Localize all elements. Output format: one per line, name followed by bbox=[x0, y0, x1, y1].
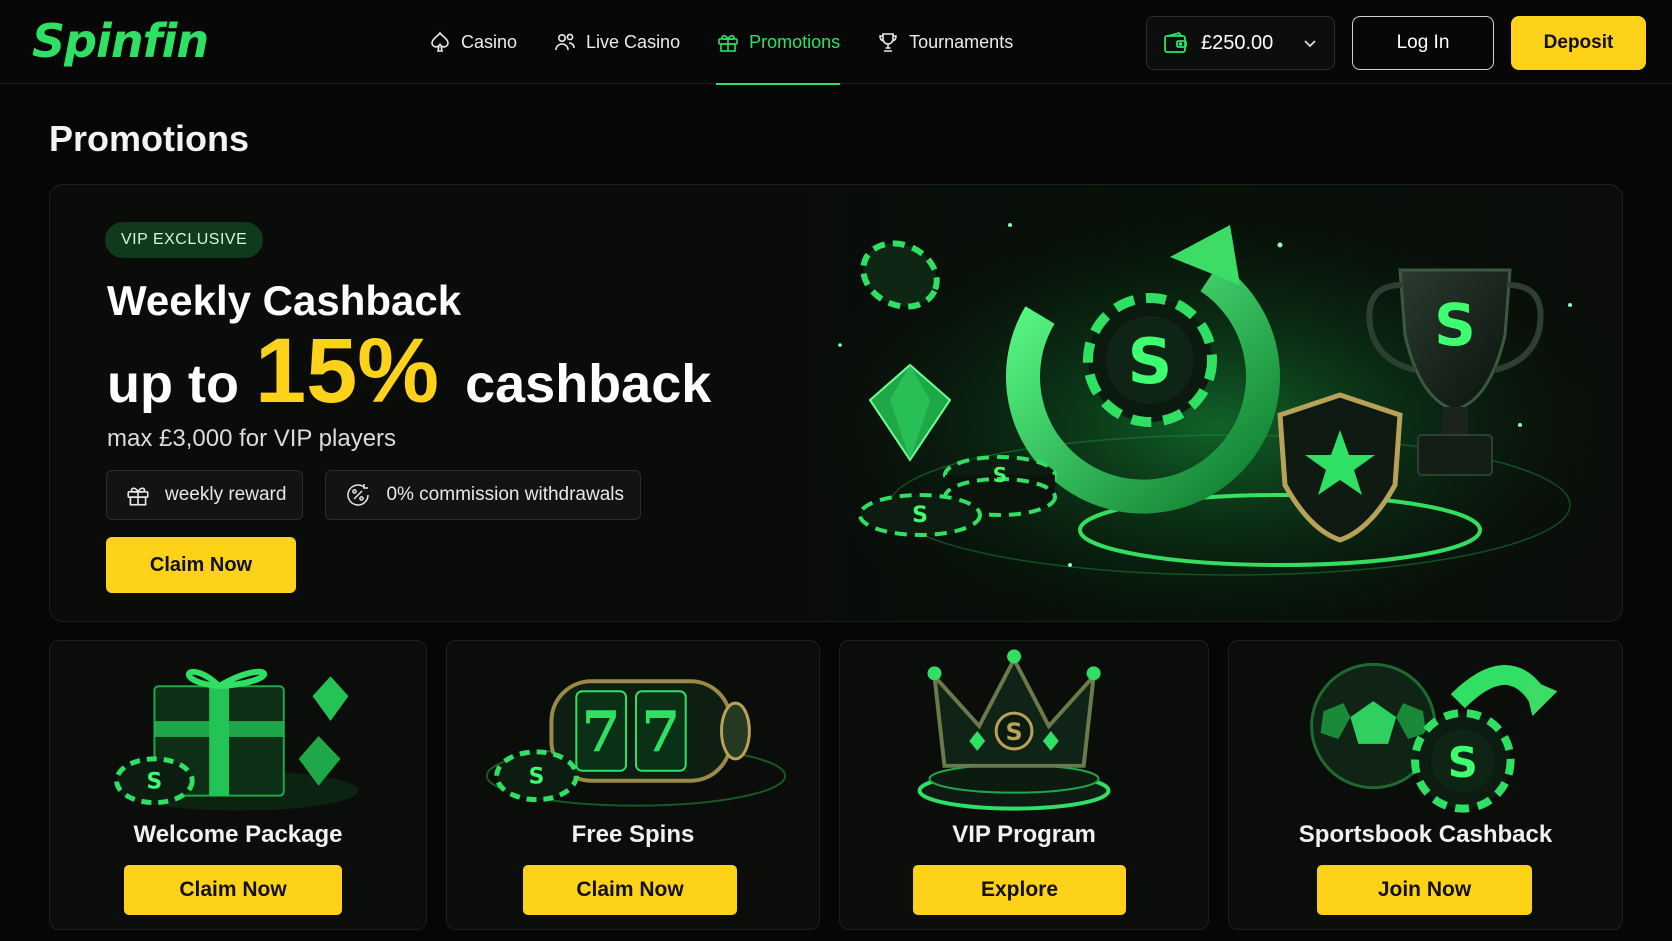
gift-box-art: S bbox=[114, 668, 359, 811]
slot-reel-art: 7 7 S bbox=[485, 679, 787, 807]
card-title: VIP Program bbox=[952, 821, 1096, 848]
svg-text:S: S bbox=[1434, 291, 1476, 359]
svg-text:S: S bbox=[993, 463, 1007, 487]
hero-offer-line: up to 15% cashback bbox=[107, 325, 711, 417]
main-nav: Casino Live Casino Promotions Tournament… bbox=[410, 0, 1031, 85]
login-button[interactable]: Log In bbox=[1352, 16, 1494, 70]
hero-prefix: up to bbox=[107, 354, 239, 414]
deposit-button[interactable]: Deposit bbox=[1511, 16, 1646, 70]
trophy-icon bbox=[879, 33, 897, 52]
balance-dropdown[interactable]: £250.00 bbox=[1146, 16, 1335, 70]
hero-title: Weekly Cashback bbox=[107, 277, 462, 324]
wallet-icon bbox=[1164, 31, 1187, 53]
hero-percent: 15% bbox=[254, 320, 440, 422]
gift-icon bbox=[718, 35, 738, 52]
spade-icon bbox=[431, 31, 449, 52]
promo-card-welcome: S Welcome Package Claim Now bbox=[49, 640, 427, 930]
promo-card-vip: S VIP Program Explore bbox=[839, 640, 1209, 930]
chip-commission: 0% commission withdrawals bbox=[325, 470, 642, 520]
svg-text:7: 7 bbox=[641, 700, 680, 765]
cashback-illustration: S S S S bbox=[810, 185, 1622, 621]
nav-item-promotions[interactable]: Promotions bbox=[698, 0, 858, 85]
nav-label-tournaments: Tournaments bbox=[909, 31, 1014, 52]
svg-text:S: S bbox=[147, 770, 163, 795]
nav-item-casino[interactable]: Casino bbox=[410, 0, 535, 84]
top-header: Spinfin Casino Live Casino Promotions To… bbox=[0, 0, 1672, 85]
svg-text:7: 7 bbox=[582, 700, 621, 765]
card-title: Sportsbook Cashback bbox=[1298, 821, 1553, 848]
hero-banner: VIP EXCLUSIVE Weekly Cashback up to 15% … bbox=[49, 184, 1623, 622]
welcome-claim-button[interactable]: Claim Now bbox=[124, 865, 342, 915]
svg-text:S: S bbox=[1005, 718, 1022, 746]
football-art: S bbox=[1310, 662, 1558, 813]
nav-item-tournaments[interactable]: Tournaments bbox=[858, 0, 1031, 84]
chip-weekly-reward: weekly reward bbox=[106, 470, 304, 520]
crown-art: S bbox=[917, 649, 1111, 811]
svg-text:S: S bbox=[912, 503, 928, 528]
card-title: Free Spins bbox=[571, 821, 695, 848]
vip-explore-button[interactable]: Explore bbox=[913, 865, 1126, 915]
brand-logo[interactable]: Spinfin bbox=[32, 14, 209, 68]
gift-icon bbox=[127, 487, 149, 506]
hero-chips: weekly reward 0% commission withdrawals bbox=[106, 470, 642, 520]
svg-text:S: S bbox=[1128, 325, 1173, 398]
svg-text:S: S bbox=[529, 765, 545, 790]
hero-subtitle: max £3,000 for VIP players bbox=[107, 425, 397, 452]
chip-label: weekly reward bbox=[165, 484, 287, 505]
sportsbook-join-button[interactable]: Join Now bbox=[1317, 865, 1532, 915]
promo-card-free-spins: 7 7 S Free Spins Claim Now bbox=[446, 640, 820, 930]
hero-suffix: cashback bbox=[465, 354, 712, 414]
hero-claim-button[interactable]: Claim Now bbox=[106, 537, 296, 593]
nav-label-live-casino: Live Casino bbox=[586, 31, 681, 52]
chevron-down-icon bbox=[1304, 40, 1316, 48]
percent-icon bbox=[347, 484, 370, 506]
card-title: Welcome Package bbox=[133, 821, 343, 848]
nav-label-casino: Casino bbox=[461, 31, 518, 52]
nav-label-promotions: Promotions bbox=[749, 31, 841, 52]
promo-card-sportsbook: S Sportsbook Cashback Join Now bbox=[1228, 640, 1623, 930]
page-title: Promotions bbox=[49, 118, 250, 159]
chip-label: 0% commission withdrawals bbox=[386, 484, 625, 505]
vip-badge: VIP EXCLUSIVE bbox=[105, 222, 264, 258]
balance-amount: £250.00 bbox=[1201, 31, 1274, 54]
free-spins-claim-button[interactable]: Claim Now bbox=[523, 865, 737, 915]
users-icon bbox=[555, 33, 575, 51]
svg-text:S: S bbox=[1448, 738, 1478, 787]
nav-item-live-casino[interactable]: Live Casino bbox=[535, 0, 698, 84]
